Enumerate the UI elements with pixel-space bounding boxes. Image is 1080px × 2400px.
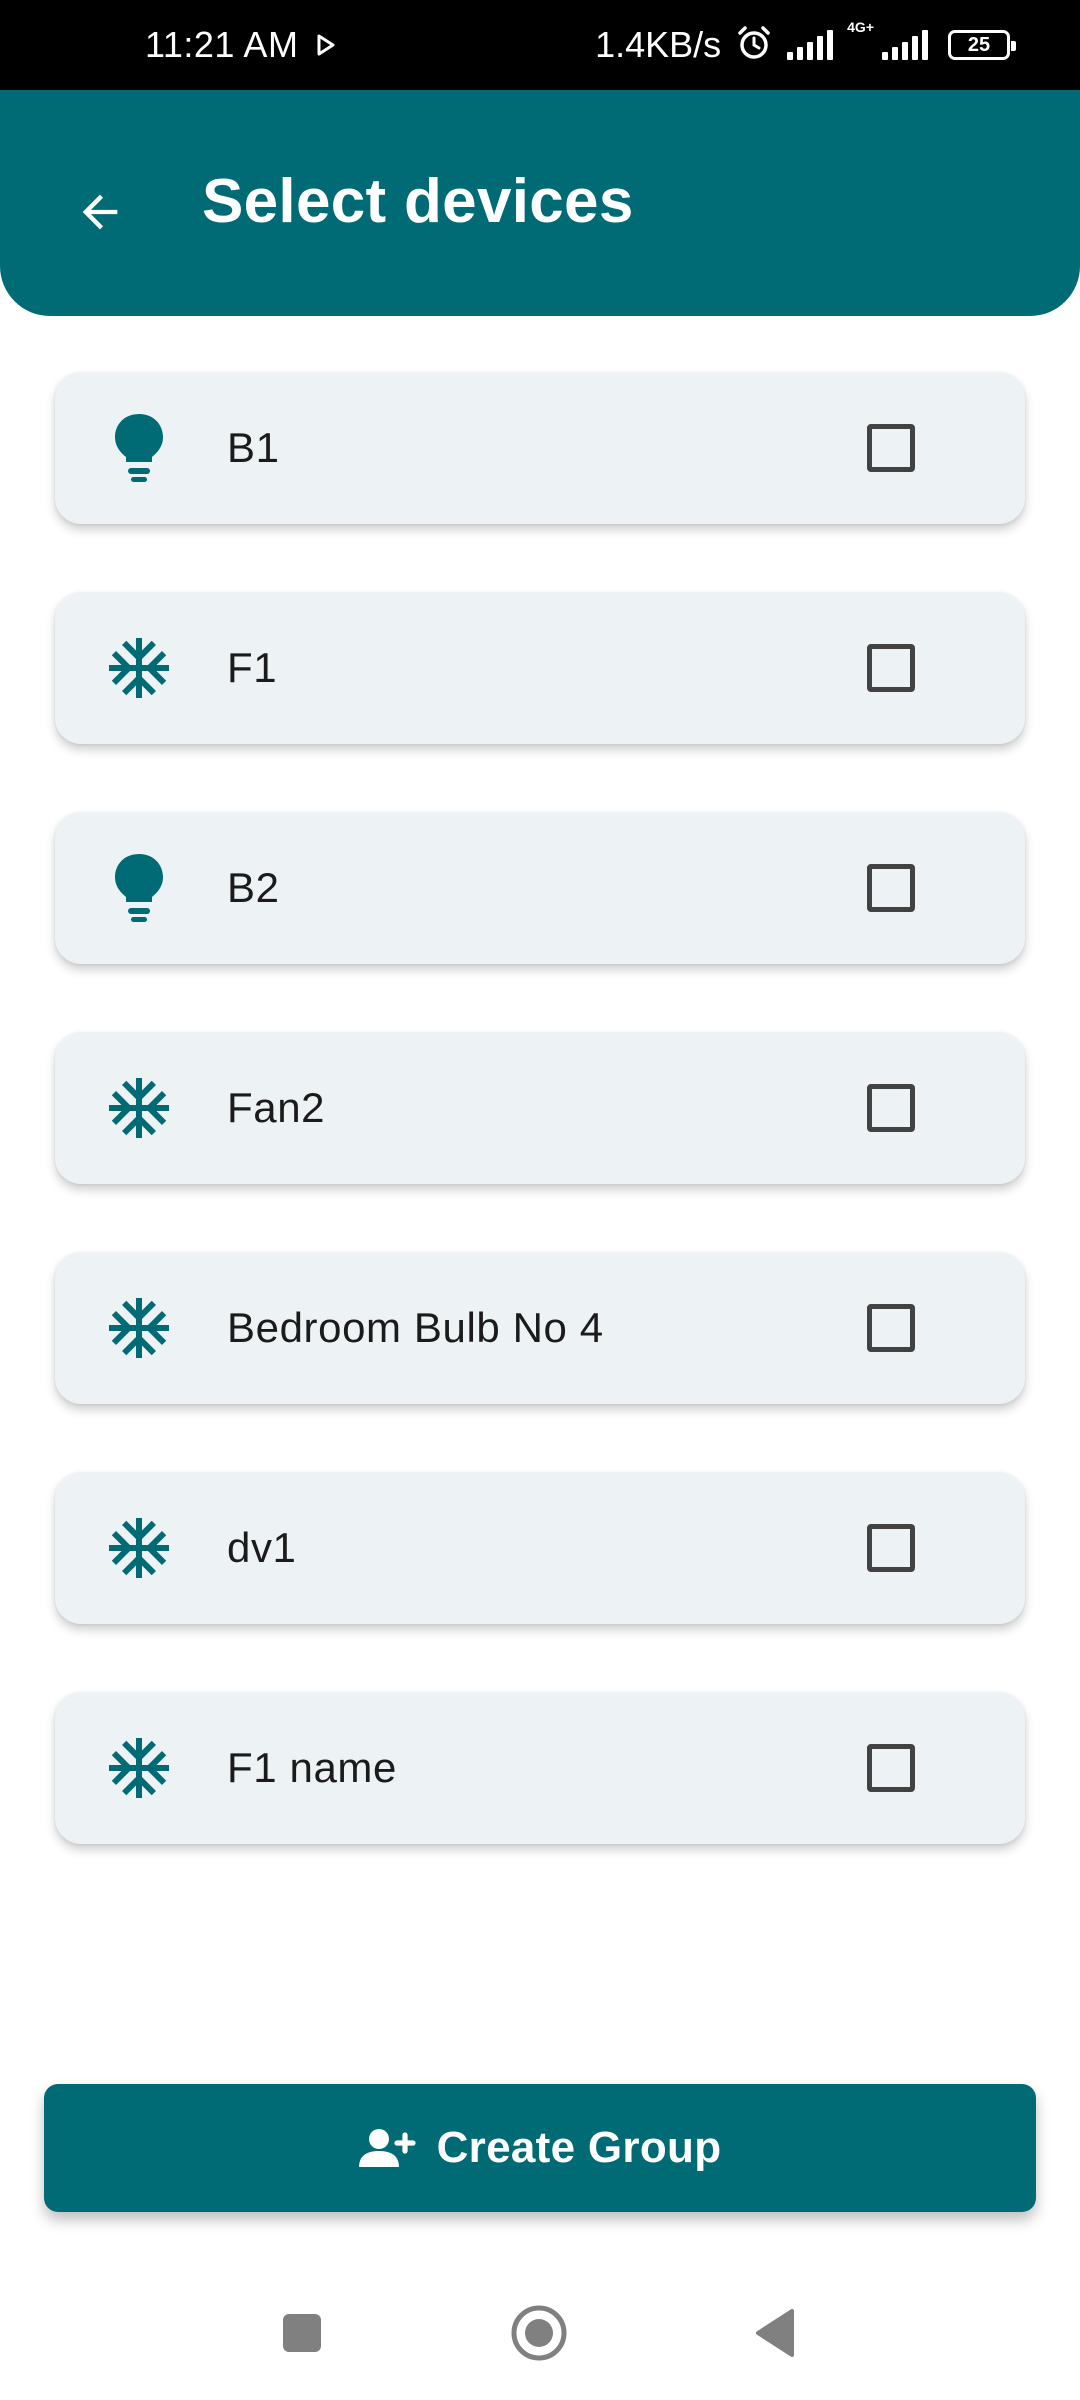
- device-item-fan2[interactable]: Fan2: [55, 1032, 1025, 1184]
- square-icon: [283, 2314, 321, 2352]
- create-group-button[interactable]: Create Group: [44, 2084, 1036, 2212]
- status-right-group: 1.4KB/s 4G+ 25: [595, 20, 1016, 67]
- device-name: dv1: [227, 1524, 297, 1571]
- device-item-b1[interactable]: B1: [55, 372, 1025, 524]
- play-icon: [316, 34, 336, 56]
- device-name: B2: [227, 864, 280, 911]
- snowflake-icon: [103, 1732, 175, 1804]
- device-item-dv1[interactable]: dv1: [55, 1472, 1025, 1624]
- device-checkbox[interactable]: [867, 1084, 915, 1132]
- lightbulb-icon: [103, 852, 175, 924]
- snowflake-icon: [103, 1512, 175, 1584]
- device-checkbox[interactable]: [867, 1744, 915, 1792]
- device-item-f1[interactable]: F1: [55, 592, 1025, 744]
- device-checkbox[interactable]: [867, 864, 915, 912]
- snowflake-icon: [103, 632, 175, 704]
- device-item-bedroom-bulb-no-4[interactable]: Bedroom Bulb No 4: [55, 1252, 1025, 1404]
- device-checkbox[interactable]: [867, 644, 915, 692]
- lightbulb-icon: [103, 412, 175, 484]
- device-item-f1-name[interactable]: F1 name: [55, 1692, 1025, 1844]
- device-checkbox[interactable]: [867, 1304, 915, 1352]
- device-checkbox[interactable]: [867, 1524, 915, 1572]
- system-nav-bar: [0, 2270, 1080, 2400]
- recents-button[interactable]: [281, 2312, 323, 2354]
- back-button[interactable]: [60, 172, 140, 252]
- device-name: F1: [227, 644, 278, 691]
- snowflake-icon: [103, 1072, 175, 1144]
- circle-icon: [511, 2305, 567, 2361]
- device-name: B1: [227, 424, 280, 471]
- app-bar: Select devices: [0, 90, 1080, 316]
- home-button[interactable]: [510, 2304, 568, 2362]
- network-speed: 1.4KB/s: [595, 24, 722, 65]
- triangle-back-icon: [756, 2309, 794, 2357]
- back-nav-button[interactable]: [754, 2308, 796, 2358]
- page-title: Select devices: [202, 167, 634, 236]
- arrow-back-icon: [82, 194, 118, 230]
- device-name: F1 name: [227, 1744, 397, 1791]
- battery-icon: 25: [948, 30, 1016, 60]
- battery-level: 25: [967, 33, 991, 56]
- create-group-label: Create Group: [436, 2123, 722, 2172]
- status-bar: 11:21 AM 1.4KB/s 4G+ 25: [0, 0, 1080, 90]
- device-list: B1 F1 B2 Fan2 Bedroom Bulb No 4 dv1 F1 n…: [55, 372, 1025, 1912]
- device-name: Fan2: [227, 1084, 326, 1131]
- snowflake-icon: [103, 1292, 175, 1364]
- device-name: Bedroom Bulb No 4: [227, 1304, 604, 1351]
- device-item-b2[interactable]: B2: [55, 812, 1025, 964]
- signal-icon-2: [882, 30, 928, 60]
- network-type: 4G+: [847, 18, 874, 35]
- status-time: 11:21 AM: [145, 24, 299, 65]
- device-checkbox[interactable]: [867, 424, 915, 472]
- alarm-icon: [735, 24, 773, 67]
- person-add-icon: [358, 2129, 416, 2167]
- signal-icon: [787, 30, 834, 60]
